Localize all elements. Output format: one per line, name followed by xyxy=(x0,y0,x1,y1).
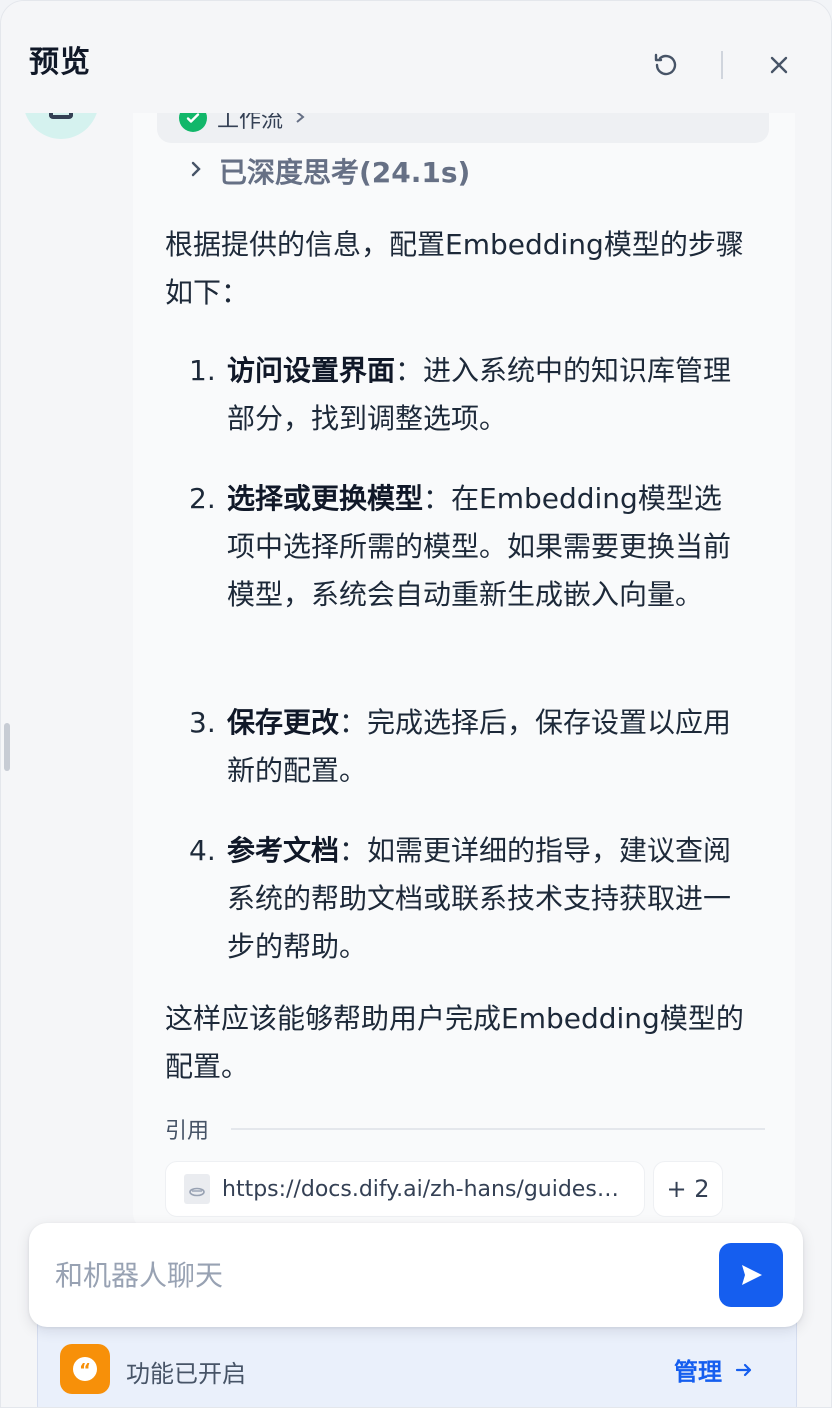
feature-status-label: 功能已开启 xyxy=(126,1360,246,1388)
resize-handle[interactable] xyxy=(4,723,10,771)
answer-outro: 这样应该能够帮助用户完成Embedding模型的配置。 xyxy=(165,1002,744,1083)
refresh-icon xyxy=(654,53,677,76)
answer-intro: 根据提供的信息，配置Embedding模型的步骤如下： xyxy=(165,228,744,309)
send-button[interactable] xyxy=(719,1243,783,1307)
svg-text:“: “ xyxy=(79,1360,91,1381)
thinking-label: 已深度思考(24.1s) xyxy=(219,156,471,189)
panel-header: 预览 xyxy=(1,1,831,113)
list-item: 1. 访问设置界面：进入系统中的知识库管理部分，找到调整选项。 xyxy=(189,347,749,443)
preview-panel: 工作流 已深度思考(24.1s) 根据提供的信息，配置Embedding模型的步… xyxy=(0,0,832,1408)
close-icon xyxy=(770,56,788,74)
manage-label: 管理 xyxy=(674,1358,722,1386)
step-title: 选择或更换模型 xyxy=(227,482,424,515)
citation-chip[interactable]: https://docs.dify.ai/zh-hans/guides/know… xyxy=(165,1161,645,1217)
manage-link[interactable]: 管理 xyxy=(674,1352,754,1387)
close-button[interactable] xyxy=(759,45,799,85)
divider xyxy=(721,51,723,79)
citations-header: 引用 xyxy=(165,1111,765,1147)
list-number: 4. xyxy=(189,834,216,867)
step-title: 访问设置界面 xyxy=(227,354,396,387)
chat-composer xyxy=(29,1223,803,1327)
citation-url: https://docs.dify.ai/zh-hans/guides/know… xyxy=(222,1176,626,1202)
more-citations-button[interactable]: + 2 xyxy=(653,1161,723,1217)
refresh-button[interactable] xyxy=(645,45,685,85)
quote-icon: “ xyxy=(60,1344,110,1394)
send-icon xyxy=(742,1265,762,1285)
step-title: 参考文档 xyxy=(227,834,340,867)
chevron-right-icon xyxy=(189,160,203,182)
list-number: 1. xyxy=(189,354,216,387)
divider xyxy=(231,1128,765,1130)
list-item: 3. 保存更改：完成选择后，保存设置以应用新的配置。 xyxy=(189,699,749,795)
list-number: 2. xyxy=(189,482,216,515)
document-icon xyxy=(184,1174,210,1204)
list-item: 4. 参考文档：如需更详细的指导，建议查阅系统的帮助文档或联系技术支持获取进一步… xyxy=(189,827,749,971)
thinking-toggle[interactable]: 已深度思考(24.1s) xyxy=(189,151,470,191)
bot-message: 工作流 已深度思考(24.1s) 根据提供的信息，配置Embedding模型的步… xyxy=(133,61,795,1231)
chat-input[interactable] xyxy=(55,1251,695,1299)
list-item: 2. 选择或更换模型：在Embedding模型选项中选择所需的模型。如果需要更换… xyxy=(189,475,749,619)
page-title: 预览 xyxy=(29,45,91,80)
arrow-right-icon xyxy=(735,1363,752,1376)
step-title: 保存更改 xyxy=(227,706,340,739)
list-number: 3. xyxy=(189,706,216,739)
citations-label: 引用 xyxy=(165,1119,210,1144)
